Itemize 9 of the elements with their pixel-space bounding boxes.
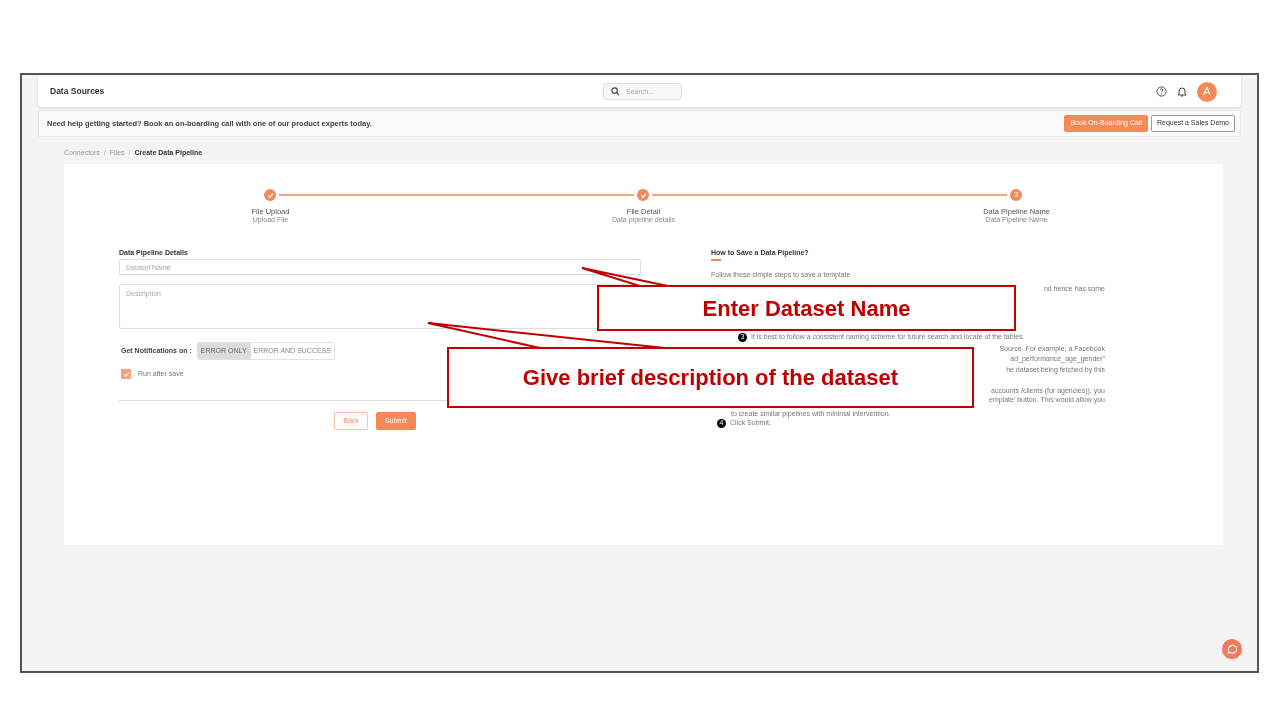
avatar[interactable]: A: [1197, 81, 1217, 102]
chat-button[interactable]: [1222, 639, 1242, 659]
page-title: Data Sources: [50, 85, 106, 98]
search-icon: [611, 87, 620, 96]
help-icon[interactable]: [1156, 86, 1167, 97]
step-indicator: 3: [1010, 189, 1022, 201]
checkbox[interactable]: [121, 369, 131, 380]
bell-icon[interactable]: [1177, 86, 1187, 97]
chat-icon: [1226, 643, 1238, 655]
